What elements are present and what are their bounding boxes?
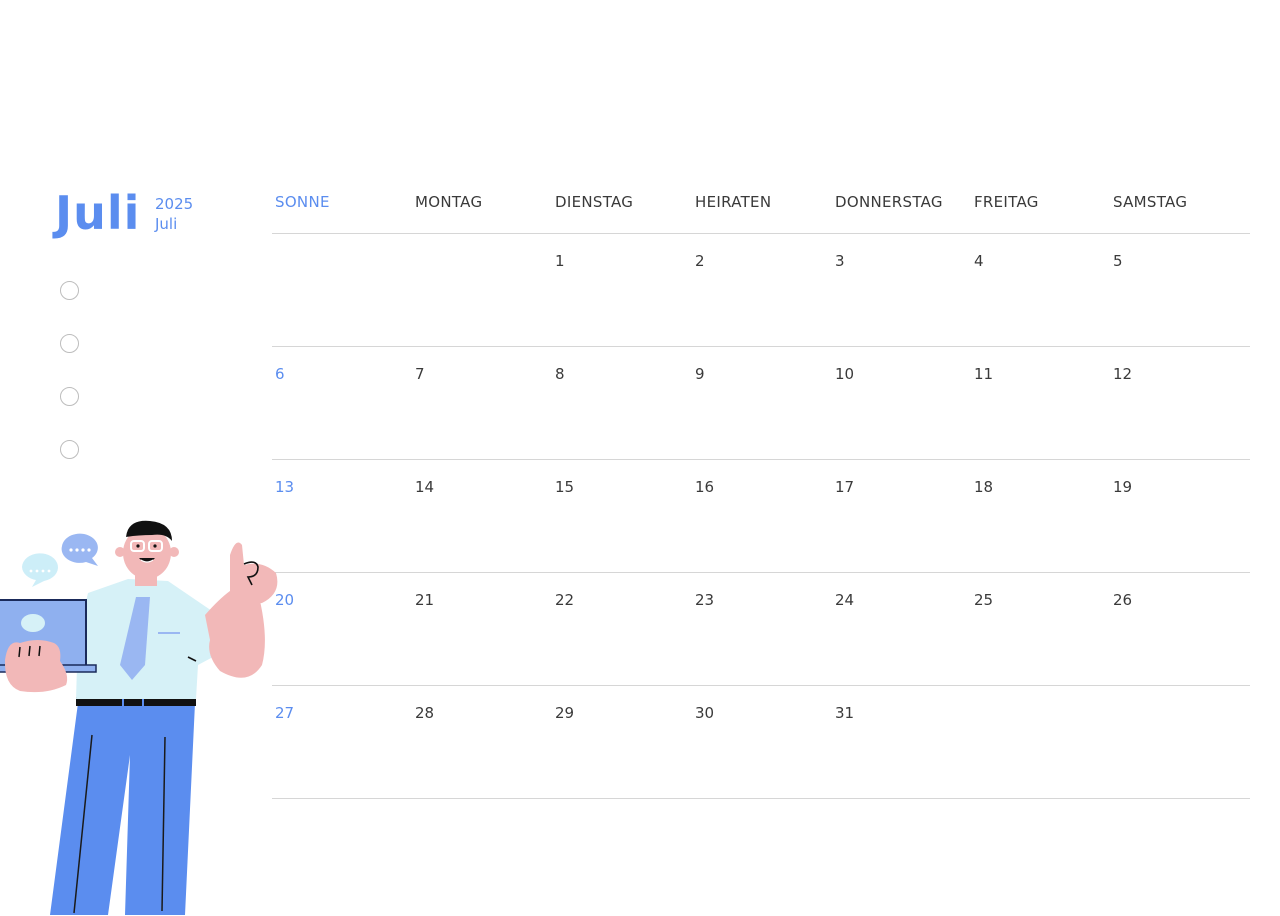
- calendar-day-cell[interactable]: 31: [835, 704, 854, 722]
- speech-bubble-icon: [61, 533, 98, 566]
- man-with-laptop-illustration: [0, 520, 278, 915]
- calendar-day-cell[interactable]: 4: [974, 252, 984, 270]
- month-label-small: Juli: [155, 215, 178, 233]
- calendar-day-cell[interactable]: 30: [695, 704, 714, 722]
- weekday-wednesday: HEIRATEN: [695, 193, 772, 211]
- checkbox-circle[interactable]: [60, 334, 79, 353]
- calendar-week-row: 13 14 15 16 17 18 19: [272, 460, 1250, 573]
- calendar-week-row: 20 21 22 23 24 25 26: [272, 573, 1250, 686]
- calendar-day-cell[interactable]: 5: [1113, 252, 1123, 270]
- calendar-day-cell[interactable]: 12: [1113, 365, 1132, 383]
- calendar-day-cell[interactable]: 2: [695, 252, 705, 270]
- calendar-day-cell[interactable]: 18: [974, 478, 993, 496]
- calendar-day-cell[interactable]: 10: [835, 365, 854, 383]
- calendar-day-cell[interactable]: 21: [415, 591, 434, 609]
- calendar-day-cell[interactable]: 6: [275, 365, 285, 383]
- weekday-thursday: DONNERSTAG: [835, 193, 943, 211]
- calendar-day-cell[interactable]: 3: [835, 252, 845, 270]
- calendar-day-cell[interactable]: 13: [275, 478, 294, 496]
- calendar-week-row: 6 7 8 9 10 11 12: [272, 347, 1250, 460]
- weekday-tuesday: DIENSTAG: [555, 193, 634, 211]
- year-label: 2025: [155, 195, 194, 213]
- weekday-monday: MONTAG: [415, 193, 483, 211]
- weekday-header-row: SONNE MONTAG DIENSTAG HEIRATEN DONNERSTA…: [272, 186, 1250, 234]
- speech-bubble-icon: [22, 553, 58, 587]
- calendar-day-cell[interactable]: 1: [555, 252, 565, 270]
- checkbox-circle[interactable]: [60, 387, 79, 406]
- checkbox-list: [60, 281, 80, 493]
- calendar-day-cell[interactable]: 9: [695, 365, 705, 383]
- checkbox-circle[interactable]: [60, 440, 79, 459]
- calendar-day-cell[interactable]: 29: [555, 704, 574, 722]
- calendar-day-cell[interactable]: 14: [415, 478, 434, 496]
- calendar-day-cell[interactable]: 24: [835, 591, 854, 609]
- calendar-day-cell[interactable]: 25: [974, 591, 993, 609]
- weekday-friday: FREITAG: [974, 193, 1039, 211]
- calendar-day-cell[interactable]: 15: [555, 478, 574, 496]
- calendar-day-cell[interactable]: 28: [415, 704, 434, 722]
- year-block: 2025 Juli: [155, 194, 193, 234]
- weekday-sunday: SONNE: [275, 193, 330, 211]
- calendar-day-cell[interactable]: 17: [835, 478, 854, 496]
- month-title: Juli: [55, 186, 141, 240]
- weekday-saturday: SAMSTAG: [1113, 193, 1188, 211]
- calendar-day-cell[interactable]: 22: [555, 591, 574, 609]
- calendar-day-cell[interactable]: 7: [415, 365, 425, 383]
- calendar-day-cell[interactable]: 16: [695, 478, 714, 496]
- checkbox-circle[interactable]: [60, 281, 79, 300]
- calendar-week-row: 1 2 3 4 5: [272, 234, 1250, 347]
- calendar-day-cell[interactable]: 23: [695, 591, 714, 609]
- calendar-day-cell[interactable]: 8: [555, 365, 565, 383]
- calendar-day-cell[interactable]: 26: [1113, 591, 1132, 609]
- calendar-week-row: 27 28 29 30 31: [272, 686, 1250, 799]
- calendar-day-cell[interactable]: 11: [974, 365, 993, 383]
- calendar-day-cell[interactable]: 19: [1113, 478, 1132, 496]
